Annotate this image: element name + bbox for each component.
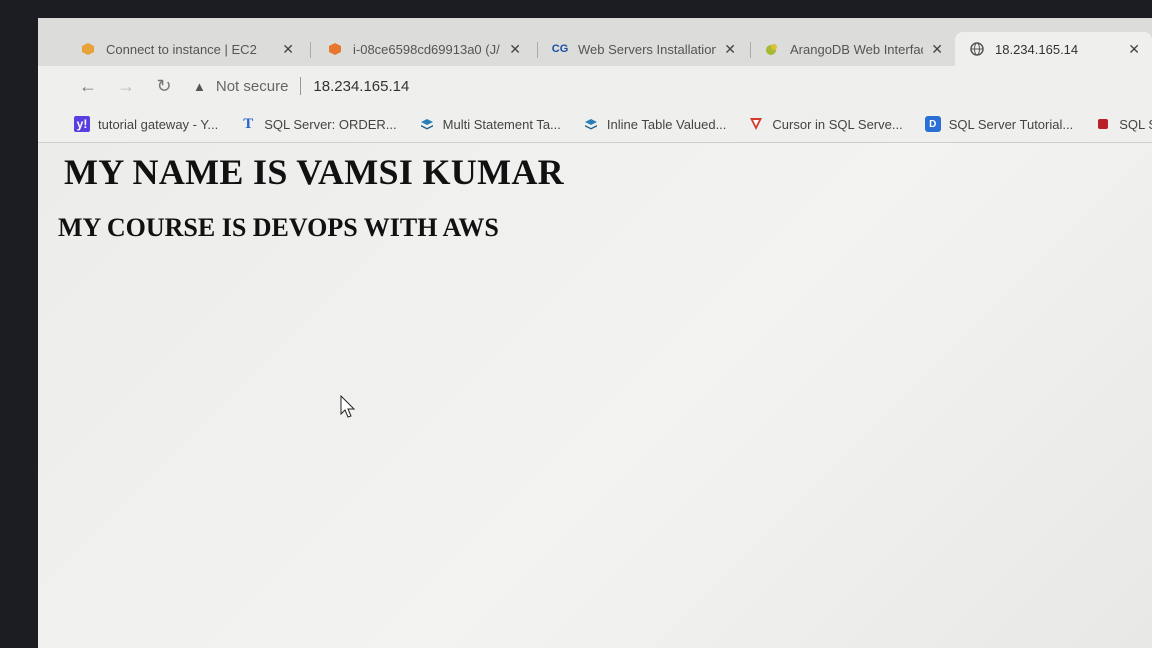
stack-icon <box>419 116 435 132</box>
bookmark-sql-tutorial[interactable]: D SQL Server Tutorial... <box>924 116 1074 132</box>
tab-label: i-08ce6598cd69913a0 (J/ <box>353 41 500 57</box>
yahoo-icon: y! <box>74 116 90 132</box>
security-status[interactable]: Not secure <box>216 78 289 95</box>
reload-icon[interactable]: ↻ <box>152 74 176 98</box>
address-divider <box>300 77 302 95</box>
bookmarks-bar: y! tutorial gateway - Y... T SQL Server:… <box>38 106 1152 143</box>
tab-strip: Connect to instance | EC2 ✕ i-08ce6598cd… <box>38 18 1152 66</box>
tab-arangodb[interactable]: ArangoDB Web Interface ✕ <box>750 32 955 66</box>
warning-triangle-icon[interactable]: ▲ <box>193 79 206 94</box>
tab-label: ArangoDB Web Interface <box>790 41 924 57</box>
v-shield-icon <box>748 116 764 132</box>
t-logo-icon: T <box>243 115 254 132</box>
close-icon[interactable]: ✕ <box>509 41 521 58</box>
tab-label: Connect to instance | EC2 <box>106 41 257 57</box>
globe-icon <box>969 41 985 57</box>
browser-window: Connect to instance | EC2 ✕ i-08ce6598cd… <box>38 18 1152 648</box>
page-heading: MY NAME IS VAMSI KUMAR <box>64 152 564 192</box>
cg-logo-icon: CG <box>551 43 569 55</box>
tab-label: 18.234.165.14 <box>995 41 1079 57</box>
bookmark-label: Multi Statement Ta... <box>442 116 561 132</box>
bookmark-label: Inline Table Valued... <box>606 116 727 132</box>
forward-arrow-icon[interactable]: → <box>114 74 138 98</box>
close-icon[interactable]: ✕ <box>1128 41 1140 58</box>
tab-connect-instance[interactable]: Connect to instance | EC2 ✕ <box>66 32 306 66</box>
close-icon[interactable]: ✕ <box>931 41 943 58</box>
tab-active-ip[interactable]: 18.234.165.14 ✕ <box>955 32 1152 66</box>
stack-icon <box>583 116 599 132</box>
address-bar[interactable]: ▲ Not secure 18.234.165.14 <box>193 72 1122 100</box>
bookmark-label: SQL Server Tutorial... <box>948 116 1074 132</box>
mouse-pointer-icon <box>340 395 356 418</box>
bookmark-inline-table[interactable]: Inline Table Valued... <box>583 116 727 132</box>
tab-divider <box>310 42 311 58</box>
red-square-icon <box>1095 116 1111 132</box>
tab-ec2-instance[interactable]: i-08ce6598cd69913a0 (J/ ✕ <box>313 32 533 66</box>
bookmark-label: SQL Server M <box>1119 116 1152 132</box>
bookmark-multi-statement[interactable]: Multi Statement Ta... <box>419 116 561 132</box>
bookmark-label: Cursor in SQL Serve... <box>772 116 903 132</box>
back-arrow-icon[interactable]: ← <box>76 74 100 98</box>
close-icon[interactable]: ✕ <box>282 41 294 58</box>
url-text[interactable]: 18.234.165.14 <box>313 78 409 95</box>
toolbar: ← → ↻ ▲ Not secure 18.234.165.14 <box>38 66 1152 106</box>
bookmark-sql-order[interactable]: T SQL Server: ORDER... <box>240 116 396 132</box>
d-logo-icon: D <box>924 116 941 132</box>
close-icon[interactable]: ✕ <box>724 41 736 58</box>
arangodb-icon <box>764 41 780 57</box>
tab-label: Web Servers Installation <box>578 41 717 57</box>
ec2-box-icon <box>327 41 343 57</box>
page-content: MY NAME IS VAMSI KUMAR MY COURSE IS DEVO… <box>38 143 1152 648</box>
bookmark-sql-server-m[interactable]: SQL Server M <box>1095 116 1152 132</box>
bookmark-tutorial-gateway[interactable]: y! tutorial gateway - Y... <box>74 116 218 132</box>
bookmark-label: SQL Server: ORDER... <box>264 116 397 132</box>
tab-web-servers[interactable]: CG Web Servers Installation ✕ <box>538 32 748 66</box>
aws-box-icon <box>80 41 96 57</box>
page-subheading: MY COURSE IS DEVOPS WITH AWS <box>58 213 499 242</box>
bookmark-label: tutorial gateway - Y... <box>98 116 219 132</box>
bookmark-cursor-sql[interactable]: Cursor in SQL Serve... <box>748 116 903 132</box>
